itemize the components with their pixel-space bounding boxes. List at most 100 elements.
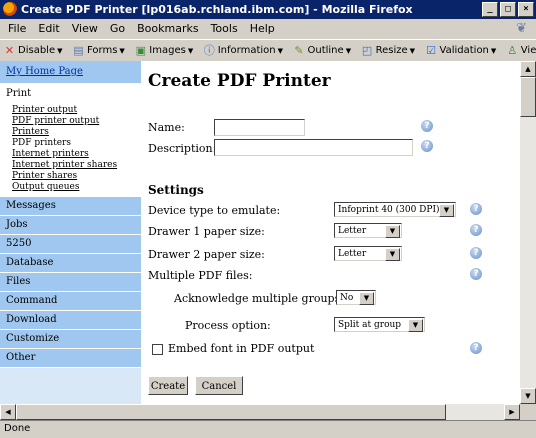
view-source-icon: ♙	[507, 44, 518, 57]
chevron-down-icon: ▼	[439, 204, 454, 217]
menu-bookmarks[interactable]: Bookmarks	[131, 19, 204, 39]
toolbar-information[interactable]: ⓘ Information ▼	[200, 40, 286, 61]
process-option-select[interactable]: Split at group ▼	[334, 317, 425, 332]
device-type-select[interactable]: Infoprint 40 (300 DPI) ▼	[334, 202, 456, 217]
drawer2-value: Letter	[338, 249, 367, 259]
sidebar-section-other[interactable]: Other	[0, 349, 141, 368]
toolbar-information-label: Information	[217, 45, 276, 56]
sidebar-section-files[interactable]: Files	[0, 273, 141, 292]
toolbar-forms-label: Forms	[87, 45, 118, 56]
chevron-down-icon: ▼	[385, 248, 400, 261]
sidebar-item-output-queues[interactable]: Output queues	[12, 182, 141, 193]
sidebar-item-internet-printers[interactable]: Internet printers	[12, 149, 141, 160]
drawer2-select[interactable]: Letter ▼	[334, 246, 402, 261]
horizontal-scrollbar[interactable]: ◀ ▶	[0, 404, 520, 420]
firefox-logo-icon	[3, 2, 17, 16]
chevron-down-icon: ▼	[385, 225, 400, 238]
minimize-button[interactable]: _	[482, 2, 498, 17]
sidebar-section-5250[interactable]: 5250	[0, 235, 141, 254]
drawer1-select[interactable]: Letter ▼	[334, 223, 402, 238]
sidebar-item-pdf-printers[interactable]: PDF printers	[12, 138, 141, 149]
sidebar-section-customize[interactable]: Customize	[0, 330, 141, 349]
menu-edit[interactable]: Edit	[32, 19, 65, 39]
outline-icon: ✎	[294, 44, 304, 57]
description-help-icon[interactable]: ?	[421, 140, 433, 152]
menu-tools[interactable]: Tools	[205, 19, 244, 39]
main-form: Create PDF Printer Name: ? Description: …	[148, 61, 516, 404]
menu-bar: File Edit View Go Bookmarks Tools Help ❦	[0, 19, 536, 39]
drawer1-value: Letter	[338, 226, 367, 236]
validation-icon: ☑	[426, 44, 436, 57]
embed-font-label: Embed font in PDF output	[168, 342, 315, 355]
chevron-down-icon: ▼	[359, 292, 374, 305]
toolbar-resize[interactable]: ◰ Resize ▼	[358, 40, 418, 61]
scroll-up-arrow-icon[interactable]: ▲	[520, 61, 536, 77]
resize-icon: ◰	[361, 44, 373, 57]
vertical-scrollbar[interactable]: ▲ ▼	[520, 61, 536, 404]
chevron-down-icon: ▼	[408, 319, 423, 332]
embed-font-help-icon[interactable]: ?	[470, 342, 482, 354]
sidebar-item-internet-printer-shares[interactable]: Internet printer shares	[12, 160, 141, 171]
toolbar-validation[interactable]: ☑ Validation ▼	[422, 40, 500, 61]
status-text: Done	[4, 423, 31, 434]
sidebar-section-download[interactable]: Download	[0, 311, 141, 330]
device-type-value: Infoprint 40 (300 DPI)	[338, 205, 440, 215]
page-title: Create PDF Printer	[148, 71, 331, 91]
sidebar-section-database[interactable]: Database	[0, 254, 141, 273]
multiple-pdf-label: Multiple PDF files:	[148, 269, 253, 282]
sidebar-item-pdf-printer-output[interactable]: PDF printer output	[12, 116, 141, 127]
embed-font-checkbox[interactable]	[152, 344, 163, 355]
drawer1-help-icon[interactable]: ?	[470, 224, 482, 236]
scroll-down-arrow-icon[interactable]: ▼	[520, 388, 536, 404]
description-label: Description:	[148, 142, 217, 155]
device-type-help-icon[interactable]: ?	[470, 203, 482, 215]
toolbar-disable-label: Disable	[18, 45, 56, 56]
description-input[interactable]	[214, 139, 413, 156]
scroll-left-arrow-icon[interactable]: ◀	[0, 404, 16, 420]
sidebar-section-messages[interactable]: Messages	[0, 197, 141, 216]
toolbar-images[interactable]: ▣ Images ▼	[131, 40, 196, 61]
sidebar-section-print[interactable]: Print	[0, 84, 141, 103]
toolbar-view-source[interactable]: ♙View Source	[503, 40, 536, 61]
vertical-scroll-thumb[interactable]	[520, 77, 536, 117]
sidebar-nav: My Home Page Print Printer output PDF pr…	[0, 61, 141, 404]
sidebar-print-submenu: Printer output PDF printer output Printe…	[0, 103, 141, 197]
forms-icon: ▤	[73, 44, 84, 57]
info-icon: ⓘ	[203, 44, 215, 57]
cancel-button[interactable]: Cancel	[195, 376, 243, 395]
horizontal-scroll-thumb[interactable]	[16, 404, 446, 420]
name-help-icon[interactable]: ?	[421, 120, 433, 132]
settings-heading: Settings	[148, 183, 204, 197]
multiple-pdf-help-icon[interactable]: ?	[470, 268, 482, 280]
process-option-value: Split at group	[338, 320, 402, 330]
status-bar: Done	[0, 420, 536, 438]
menu-go[interactable]: Go	[104, 19, 131, 39]
name-label: Name:	[148, 121, 185, 134]
scroll-right-arrow-icon[interactable]: ▶	[504, 404, 520, 420]
sidebar-home-link[interactable]: My Home Page	[0, 61, 141, 84]
toolbar-forms[interactable]: ▤ Forms ▼	[69, 40, 128, 61]
images-icon: ▣	[135, 44, 146, 57]
window-title-bar: Create PDF Printer [lp016ab.rchland.ibm.…	[0, 0, 536, 19]
acknowledge-groups-select[interactable]: No ▼	[336, 290, 376, 305]
sidebar-item-printers[interactable]: Printers	[12, 127, 141, 138]
toolbar-outline[interactable]: ✎ Outline ▼	[290, 40, 355, 61]
toolbar-validation-label: Validation	[439, 45, 489, 56]
menu-view[interactable]: View	[66, 19, 104, 39]
name-input[interactable]	[214, 119, 305, 136]
acknowledge-groups-value: No	[340, 293, 354, 303]
toolbar-view-source-label: View Source	[520, 45, 536, 56]
menu-file[interactable]: File	[0, 19, 32, 39]
create-button[interactable]: Create	[148, 376, 188, 395]
menu-help[interactable]: Help	[244, 19, 281, 39]
close-button[interactable]: ×	[518, 2, 534, 17]
maximize-button[interactable]: □	[500, 2, 516, 17]
page-content: My Home Page Print Printer output PDF pr…	[0, 61, 536, 404]
drawer2-help-icon[interactable]: ?	[470, 247, 482, 259]
window-controls: _ □ ×	[482, 2, 534, 17]
sidebar-section-command[interactable]: Command	[0, 292, 141, 311]
toolbar-disable[interactable]: ✕ Disable ▼	[0, 40, 66, 61]
sidebar-item-printer-output[interactable]: Printer output	[12, 105, 141, 116]
sidebar-item-printer-shares[interactable]: Printer shares	[12, 171, 141, 182]
sidebar-section-jobs[interactable]: Jobs	[0, 216, 141, 235]
